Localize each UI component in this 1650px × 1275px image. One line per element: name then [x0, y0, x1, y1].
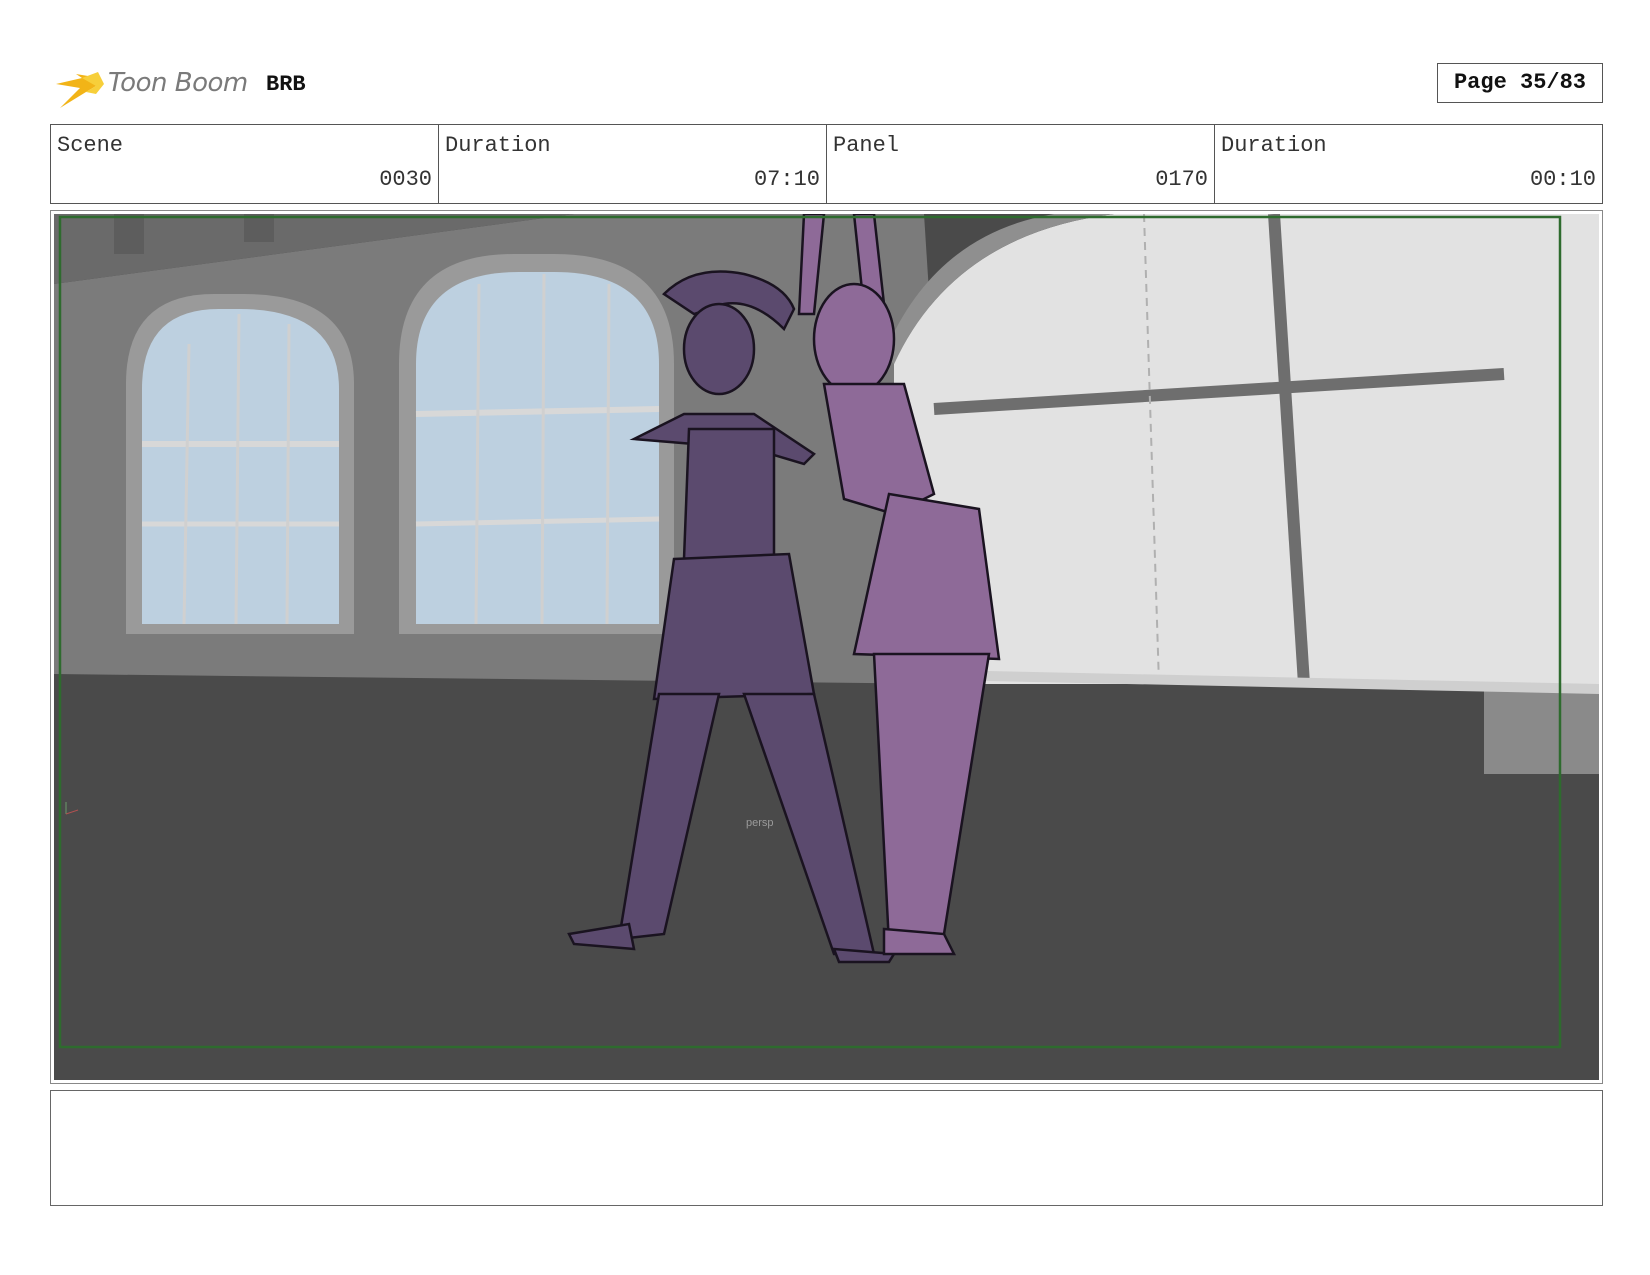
panel-label: Panel	[833, 133, 900, 158]
toon-boom-logo: Toon Boom	[52, 58, 252, 114]
viewport-label: persp	[746, 817, 774, 829]
scene-info-table: Scene 0030 Duration 07:10 Panel 0170 Dur…	[50, 124, 1603, 204]
panel-notes	[50, 1090, 1603, 1206]
scene-cell: Scene 0030	[51, 125, 439, 203]
arched-window-left	[126, 294, 354, 634]
scene-duration-label: Duration	[445, 133, 551, 158]
panel-duration-value: 00:10	[1529, 167, 1596, 192]
beam-block	[114, 214, 144, 254]
scene-label: Scene	[57, 133, 124, 158]
panel-duration-cell: Duration 00:10	[1215, 125, 1602, 203]
logo-text: Toon Boom	[108, 68, 248, 98]
panel-value: 0170	[1155, 167, 1208, 192]
arched-window-middle	[399, 254, 674, 634]
panel-illustration: persp	[54, 214, 1599, 1080]
page-number: Page 35/83	[1437, 63, 1603, 103]
panel-cell: Panel 0170	[827, 125, 1215, 203]
scene-duration-cell: Duration 07:10	[439, 125, 827, 203]
panel-duration-label: Duration	[1221, 133, 1327, 158]
storyboard-panel: persp	[50, 210, 1603, 1084]
scene-duration-value: 07:10	[753, 167, 820, 192]
project-title: BRB	[266, 72, 306, 97]
scene-value: 0030	[379, 167, 432, 192]
starburst-icon	[56, 62, 104, 108]
